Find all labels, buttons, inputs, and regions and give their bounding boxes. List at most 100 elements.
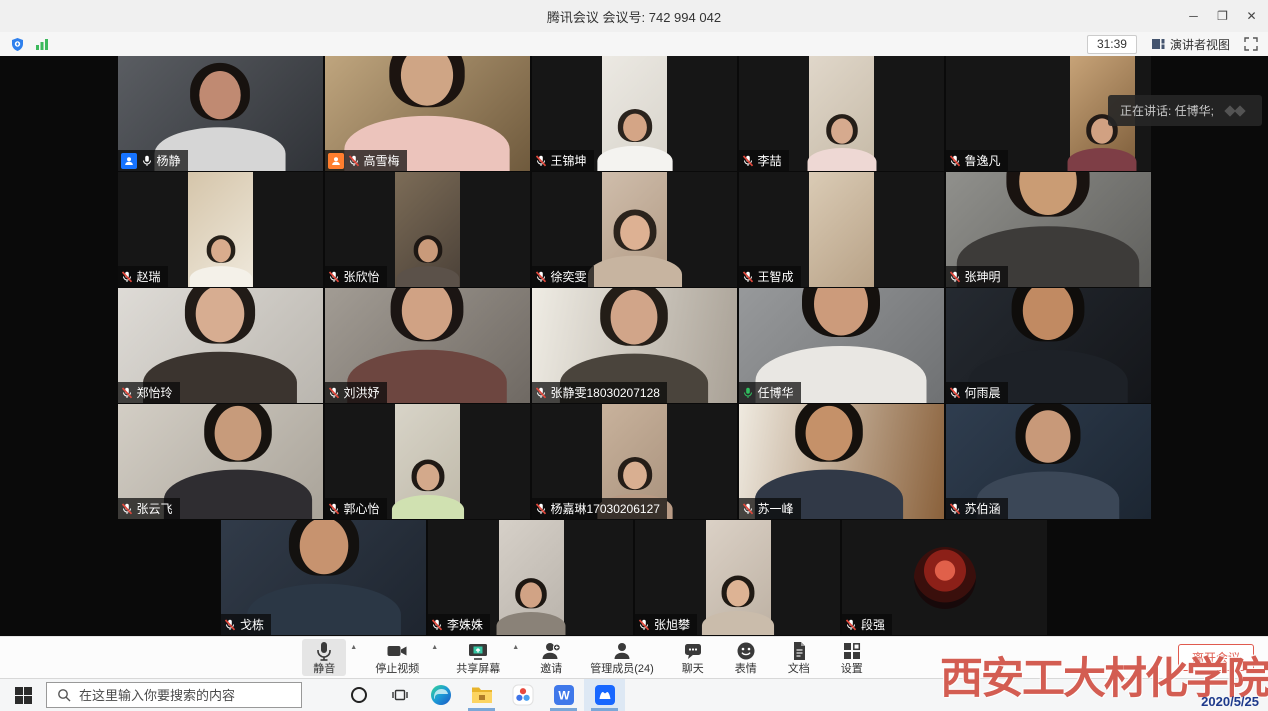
start-button[interactable] [0,679,46,711]
participant-video [602,56,667,171]
participant-name-bar: 段强 [842,614,892,635]
meeting-topbar: 31:39 演讲者视图 [0,32,1268,56]
toolbar-button-label: 表情 [735,662,757,676]
participant-name: 高雪梅 [364,152,400,169]
participant-tile[interactable]: 李姝姝 [428,520,633,635]
mic-muted-icon [949,155,961,167]
person-silhouette [577,205,693,288]
toolbar-button-chat[interactable]: 聊天 [671,639,715,676]
windows-taskbar: W [0,678,1268,711]
caret-up-icon[interactable]: ▲ [512,644,519,651]
participant-tile[interactable]: 郑怡玲 [118,288,323,403]
participant-tile[interactable]: 杨静 [118,56,323,171]
video-grid-row: 张云飞郭心怡 杨嘉琳17030206127苏一峰苏伯涵 [0,404,1268,519]
smiley-icon [735,640,757,662]
participant-tile[interactable]: 徐奕雯 [532,172,737,287]
speaking-banner: 正在讲话: 任博华; [1108,95,1262,126]
mic-muted-icon [328,271,340,283]
toolbar-button-mute[interactable]: 静音▲ [302,639,346,676]
window-titlebar: 腾讯会议 会议号: 742 994 042 ─ ❐ ✕ [0,0,1268,32]
shield-icon[interactable] [10,37,25,52]
toolbar-button-docs[interactable]: 文档 [777,639,821,676]
person-body [396,266,459,287]
participant-tile[interactable]: 刘洪妤 [325,288,530,403]
participant-name-bar: 鲁逸凡 [946,150,1008,171]
participant-tile[interactable]: 张珅明 [946,172,1151,287]
meeting-timer: 31:39 [1087,35,1137,54]
participant-tile[interactable]: 任博华 [739,288,944,403]
person-body [391,495,463,519]
participant-tile[interactable]: 张旭攀 [635,520,840,635]
mic-muted-icon [845,619,857,631]
participant-tile[interactable]: 赵瑞 [118,172,323,287]
layout-view-icon [1151,37,1165,51]
participant-tile[interactable]: 何雨晨 [946,288,1151,403]
restore-icon[interactable]: ❐ [1208,0,1237,32]
minimize-icon[interactable]: ─ [1179,0,1208,32]
search-input[interactable] [79,688,291,703]
speaker-view-button[interactable]: 演讲者视图 [1151,36,1230,53]
person-head [1026,410,1071,463]
participant-tile[interactable]: 杨嘉琳17030206127 [532,404,737,519]
meeting-icon [594,684,616,706]
participant-tile[interactable]: 王智成 [739,172,944,287]
speaker-view-label: 演讲者视图 [1170,36,1230,53]
mic-muted-icon [535,387,547,399]
participant-tile[interactable]: 戈栋 [221,520,426,635]
participant-tile[interactable]: 苏伯涵 [946,404,1151,519]
taskbar-app-edge[interactable] [420,679,461,711]
participant-tile[interactable]: 李喆 [739,56,944,171]
fullscreen-icon[interactable] [1244,37,1258,51]
toolbar-button-emoji[interactable]: 表情 [724,639,768,676]
task-view-button[interactable] [379,679,420,711]
toolbar-button-label: 设置 [841,662,863,676]
wps-icon: W [553,684,575,706]
participant-tile[interactable]: 张欣怡 [325,172,530,287]
taskbar-app-tri-app[interactable] [502,679,543,711]
mic-on-icon [141,155,153,167]
meeting-logo-watermark-icon [1224,104,1250,118]
participant-name-bar: 王智成 [739,266,801,287]
toolbar-button-settings[interactable]: 设置 [830,639,874,676]
toolbar-button-stop-video[interactable]: 停止视频▲ [367,639,427,676]
taskbar-app-explorer[interactable] [461,679,502,711]
toolbar-button-members[interactable]: 管理成员(24) [582,639,662,676]
taskbar-search[interactable] [46,682,302,708]
participant-tile[interactable]: 苏一峰 [739,404,944,519]
caret-up-icon[interactable]: ▲ [350,644,357,651]
participant-tile[interactable]: 张云飞 [118,404,323,519]
person-head [623,462,647,490]
participant-name-bar: 赵瑞 [118,266,168,287]
participant-name: 段强 [861,616,885,633]
person-body [702,611,774,635]
taskbar-app-meeting[interactable] [584,679,625,711]
toolbar-button-share-screen[interactable]: 共享屏幕▲ [448,639,508,676]
participant-name: 郑怡玲 [137,384,173,401]
participant-tile[interactable]: 王锦坤 [532,56,737,171]
person-silhouette [588,105,680,171]
cortana-button[interactable] [338,679,379,711]
participant-video [395,172,460,287]
explorer-icon [471,686,493,704]
video-grid: 杨静高雪梅 王锦坤李喆鲁逸凡赵瑞 张欣怡徐奕雯王智成 张珅明郑怡玲 刘洪妤 张静雯1803… [0,56,1268,635]
participant-tile[interactable]: 郭心怡 [325,404,530,519]
taskbar-app-wps[interactable]: W [543,679,584,711]
participant-name: 郭心怡 [344,500,380,517]
leave-meeting-button[interactable]: 离开会议 [1178,644,1254,671]
mic-muted-icon [535,155,547,167]
participant-tile[interactable]: 段强 [842,520,1047,635]
mic-muted-icon [348,155,360,167]
person-body [164,470,312,519]
participant-name: 刘洪妤 [344,384,380,401]
toolbar-button-invite[interactable]: 邀请 [529,639,573,676]
window-title: 腾讯会议 会议号: 742 994 042 [547,7,721,26]
participant-name: 任博华 [758,384,794,401]
person-head [520,582,542,607]
taskbar-spacer [302,679,338,711]
participant-name-bar: 刘洪妤 [325,382,387,403]
caret-up-icon[interactable]: ▲ [431,644,438,651]
toolbar-button-label: 管理成员(24) [590,662,654,676]
participant-tile[interactable]: 高雪梅 [325,56,530,171]
close-icon[interactable]: ✕ [1237,0,1266,32]
participant-tile[interactable]: 张静雯18030207128 [532,288,737,403]
